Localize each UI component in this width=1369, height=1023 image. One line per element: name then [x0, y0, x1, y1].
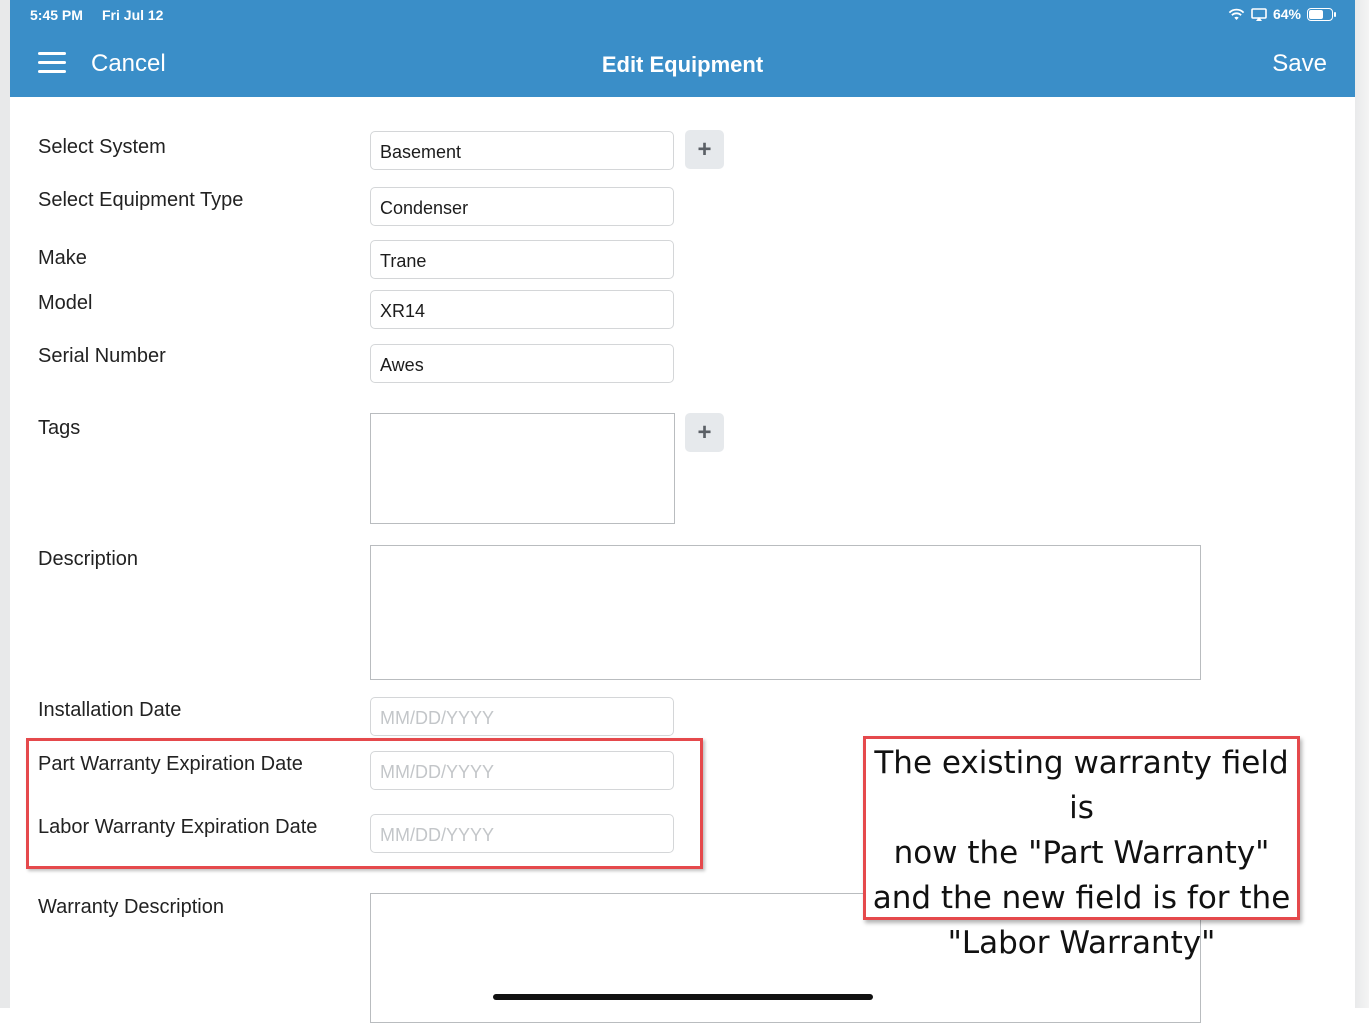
status-time: 5:45 PM — [30, 7, 83, 23]
ipad-screen: 5:45 PM Fri Jul 12 64% Cancel Edit Equip… — [0, 0, 1369, 1023]
navigation-bar: Cancel Edit Equipment Save — [10, 38, 1355, 90]
description-label: Description — [38, 548, 139, 570]
tags-field[interactable] — [370, 413, 675, 524]
device-bezel-right — [1355, 0, 1369, 1008]
battery-percent: 64% — [1272, 6, 1301, 22]
callout-line-1: The existing warranty field is — [874, 745, 1289, 826]
warranty-description-label: Warranty Description — [38, 896, 224, 918]
status-indicators: 64% — [1228, 6, 1336, 22]
callout-line-4: "Labor Warranty" — [947, 925, 1216, 961]
add-tag-button[interactable]: + — [685, 413, 724, 452]
top-bar: 5:45 PM Fri Jul 12 64% Cancel Edit Equip… — [10, 0, 1355, 97]
select-system-label: Select System — [38, 136, 166, 158]
plus-icon: + — [697, 135, 712, 163]
model-field[interactable]: XR14 — [370, 290, 674, 329]
device-bezel-left — [0, 0, 10, 1008]
warranty-highlight-box — [26, 738, 703, 869]
callout-line-2: now the "Part Warranty" — [893, 835, 1270, 871]
page-title: Edit Equipment — [601, 52, 764, 77]
equipment-type-label: Select Equipment Type — [38, 189, 244, 211]
description-field[interactable] — [370, 545, 1201, 680]
annotation-callout: The existing warranty field is now the "… — [863, 736, 1300, 961]
plus-icon: + — [697, 418, 712, 446]
status-date: Fri Jul 12 — [102, 7, 164, 23]
status-bar: 5:45 PM Fri Jul 12 64% — [10, 0, 1355, 30]
home-indicator[interactable] — [493, 994, 873, 1000]
tags-label: Tags — [38, 417, 81, 439]
serial-number-label: Serial Number — [38, 345, 166, 367]
serial-number-field[interactable]: Awes — [370, 344, 674, 383]
screen-mirror-icon — [1251, 7, 1267, 21]
callout-line-3: and the new field is for the — [872, 880, 1291, 916]
make-field[interactable]: Trane — [370, 240, 674, 279]
installation-date-label: Installation Date — [38, 699, 182, 721]
model-label: Model — [38, 292, 93, 314]
save-button[interactable]: Save — [1272, 50, 1327, 78]
select-system-field[interactable]: Basement — [370, 131, 674, 170]
battery-icon — [1307, 7, 1336, 21]
equipment-type-field[interactable]: Condenser — [370, 187, 674, 226]
installation-date-field[interactable]: MM/DD/YYYY — [370, 697, 674, 736]
make-label: Make — [38, 247, 87, 269]
wifi-icon — [1228, 8, 1245, 21]
add-system-button[interactable]: + — [685, 130, 724, 169]
